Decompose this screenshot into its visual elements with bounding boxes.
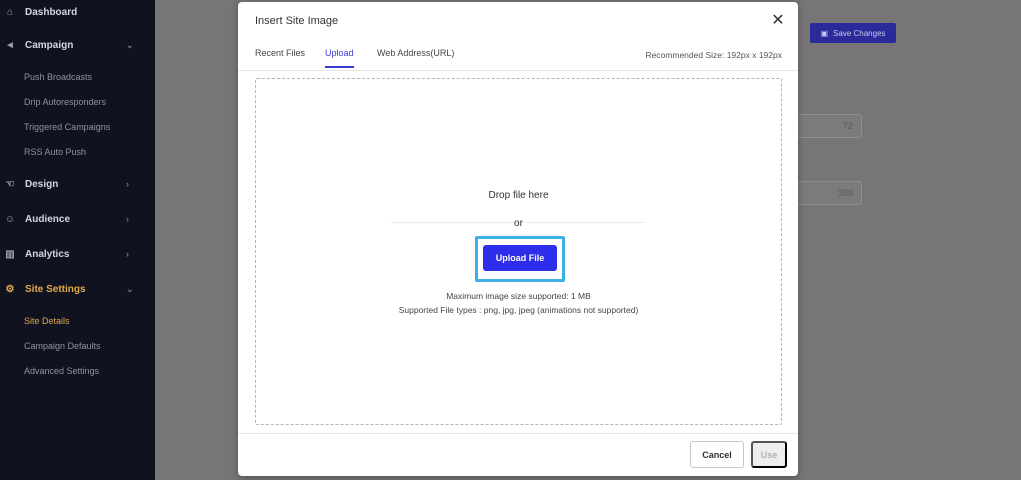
- sidebar-item-label: Analytics: [25, 248, 70, 260]
- chevron-right-icon: ›: [126, 214, 129, 224]
- sidebar-subitem-push-broadcasts[interactable]: Push Broadcasts: [24, 69, 92, 85]
- chevron-down-icon: ⌄: [126, 283, 134, 294]
- sidebar-item-analytics[interactable]: ▥ Analytics ›: [0, 242, 155, 266]
- save-icon: ▣: [820, 28, 829, 38]
- sidebar-item-label: Audience: [25, 213, 71, 225]
- tab-upload[interactable]: Upload: [325, 48, 354, 70]
- modal-title: Insert Site Image: [255, 15, 339, 27]
- drop-file-text: Drop file here: [488, 190, 549, 201]
- sidebar-subitem-site-details[interactable]: Site Details: [24, 313, 70, 329]
- home-icon: ⌂: [6, 6, 14, 18]
- divider: [238, 433, 798, 434]
- or-text: or: [514, 218, 523, 229]
- save-changes-label: Save Changes: [833, 28, 886, 38]
- bar-chart-icon: ▥: [5, 248, 15, 260]
- sidebar-item-dashboard[interactable]: ⌂ Dashboard: [0, 0, 155, 24]
- gear-icon: ⚙: [5, 283, 15, 295]
- sidebar-item-campaign[interactable]: ◄ Campaign ⌄: [0, 33, 155, 57]
- upload-file-button[interactable]: Upload File: [483, 245, 557, 271]
- sidebar-item-label: Design: [25, 178, 59, 190]
- max-size-text: Maximum image size supported: 1 MB: [446, 291, 591, 301]
- sidebar-item-label: Campaign: [25, 39, 74, 51]
- megaphone-icon: ◄: [5, 39, 15, 51]
- recommended-size-text: Recommended Size: 192px x 192px: [645, 50, 782, 60]
- chevron-right-icon: ›: [126, 179, 129, 189]
- drop-zone[interactable]: Drop file here or Upload File Maximum im…: [255, 78, 782, 425]
- sidebar-subitem-rss-auto-push[interactable]: RSS Auto Push: [24, 144, 86, 160]
- save-changes-button[interactable]: ▣ Save Changes: [810, 23, 896, 43]
- divider: [238, 70, 798, 71]
- sidebar-item-audience[interactable]: ☺ Audience ›: [0, 207, 155, 231]
- use-button[interactable]: Use: [751, 441, 787, 468]
- sidebar-item-design[interactable]: ☜ Design ›: [0, 172, 155, 196]
- sidebar: ⌂ Dashboard ◄ Campaign ⌄ Push Broadcasts…: [0, 0, 155, 480]
- sidebar-subitem-advanced-settings[interactable]: Advanced Settings: [24, 363, 99, 379]
- hand-icon: ☜: [5, 178, 15, 190]
- sidebar-subitem-campaign-defaults[interactable]: Campaign Defaults: [24, 338, 101, 354]
- sidebar-item-site-settings[interactable]: ⚙ Site Settings ⌄: [0, 277, 155, 301]
- file-types-text: Supported File types : png, jpg, jpeg (a…: [398, 305, 639, 315]
- sidebar-item-label: Site Settings: [25, 283, 86, 295]
- sidebar-subitem-drip-autoresponders[interactable]: Drip Autoresponders: [24, 94, 106, 110]
- chevron-down-icon: ⌄: [126, 39, 134, 50]
- tab-recent-files[interactable]: Recent Files: [255, 48, 305, 70]
- cancel-button[interactable]: Cancel: [690, 441, 744, 468]
- sidebar-subitem-triggered-campaigns[interactable]: Triggered Campaigns: [24, 119, 110, 135]
- chevron-right-icon: ›: [126, 249, 129, 259]
- close-icon[interactable]: ✕: [770, 12, 786, 29]
- sidebar-item-label: Dashboard: [25, 6, 78, 18]
- tab-web-address[interactable]: Web Address(URL): [377, 48, 454, 70]
- insert-image-modal: Insert Site Image ✕ Recent Files Upload …: [238, 2, 798, 476]
- users-icon: ☺: [4, 213, 16, 225]
